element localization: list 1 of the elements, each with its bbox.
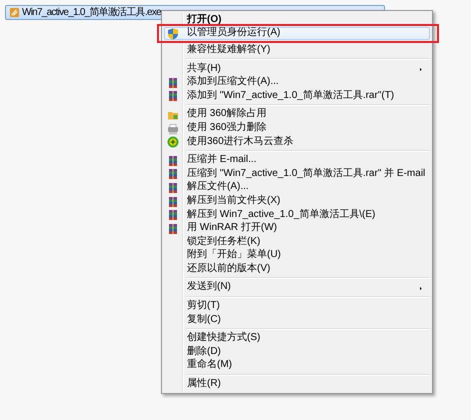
- file-name: Win7_active_1.0_简单激活工具.exe: [22, 6, 161, 20]
